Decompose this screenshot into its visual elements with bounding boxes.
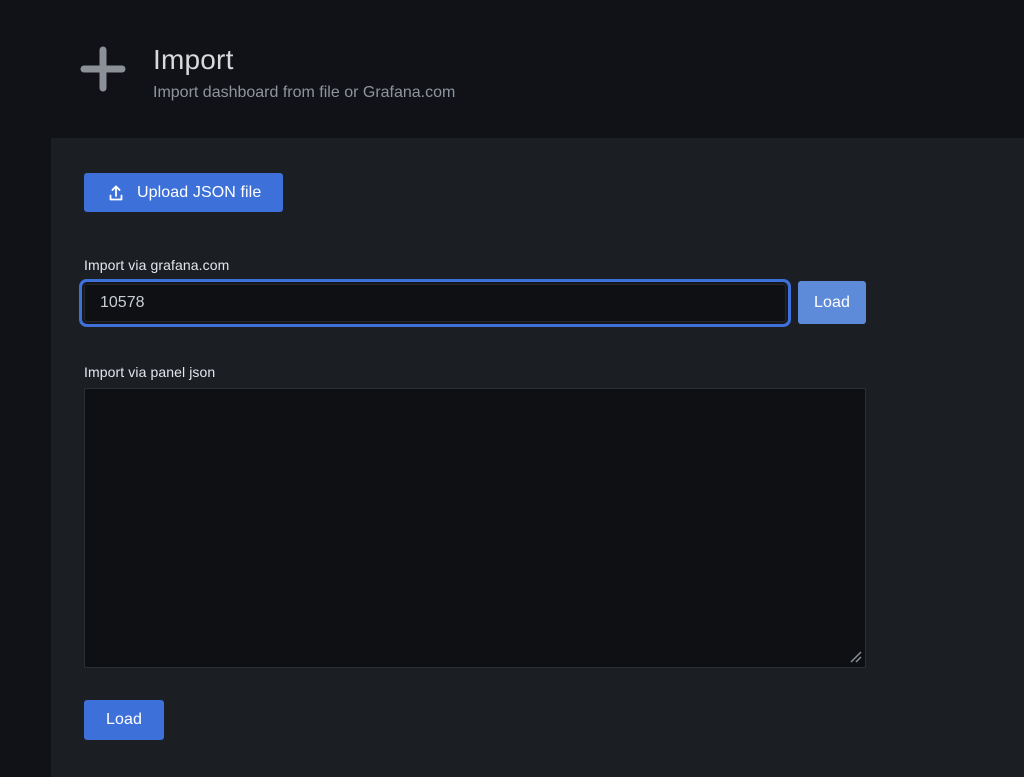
upload-icon (106, 183, 126, 203)
panel-json-textarea[interactable] (84, 388, 866, 668)
gcom-dashboard-input[interactable] (84, 284, 786, 322)
page-header: Import Import dashboard from file or Gra… (0, 0, 1024, 138)
upload-json-file-button[interactable]: Upload JSON file (84, 173, 283, 212)
panel-json-section: Import via panel json (84, 364, 1024, 668)
page-subtitle: Import dashboard from file or Grafana.co… (153, 84, 455, 102)
import-panel: Upload JSON file Import via grafana.com … (51, 138, 1024, 777)
panel-json-textarea-wrap (84, 388, 866, 668)
gcom-input-row: Load (84, 281, 866, 324)
panel-json-label: Import via panel json (84, 364, 1024, 380)
plus-icon (75, 43, 131, 99)
gcom-import-section: Import via grafana.com Load (84, 257, 1024, 324)
resize-grip-icon[interactable] (850, 651, 862, 663)
import-page: Import Import dashboard from file or Gra… (0, 0, 1024, 777)
upload-json-file-button-label: Upload JSON file (137, 184, 261, 202)
page-title: Import (153, 43, 455, 77)
gcom-load-button[interactable]: Load (798, 281, 866, 324)
panel-json-load-button[interactable]: Load (84, 700, 164, 740)
gcom-import-label: Import via grafana.com (84, 257, 1024, 273)
header-titles: Import Import dashboard from file or Gra… (153, 43, 455, 102)
